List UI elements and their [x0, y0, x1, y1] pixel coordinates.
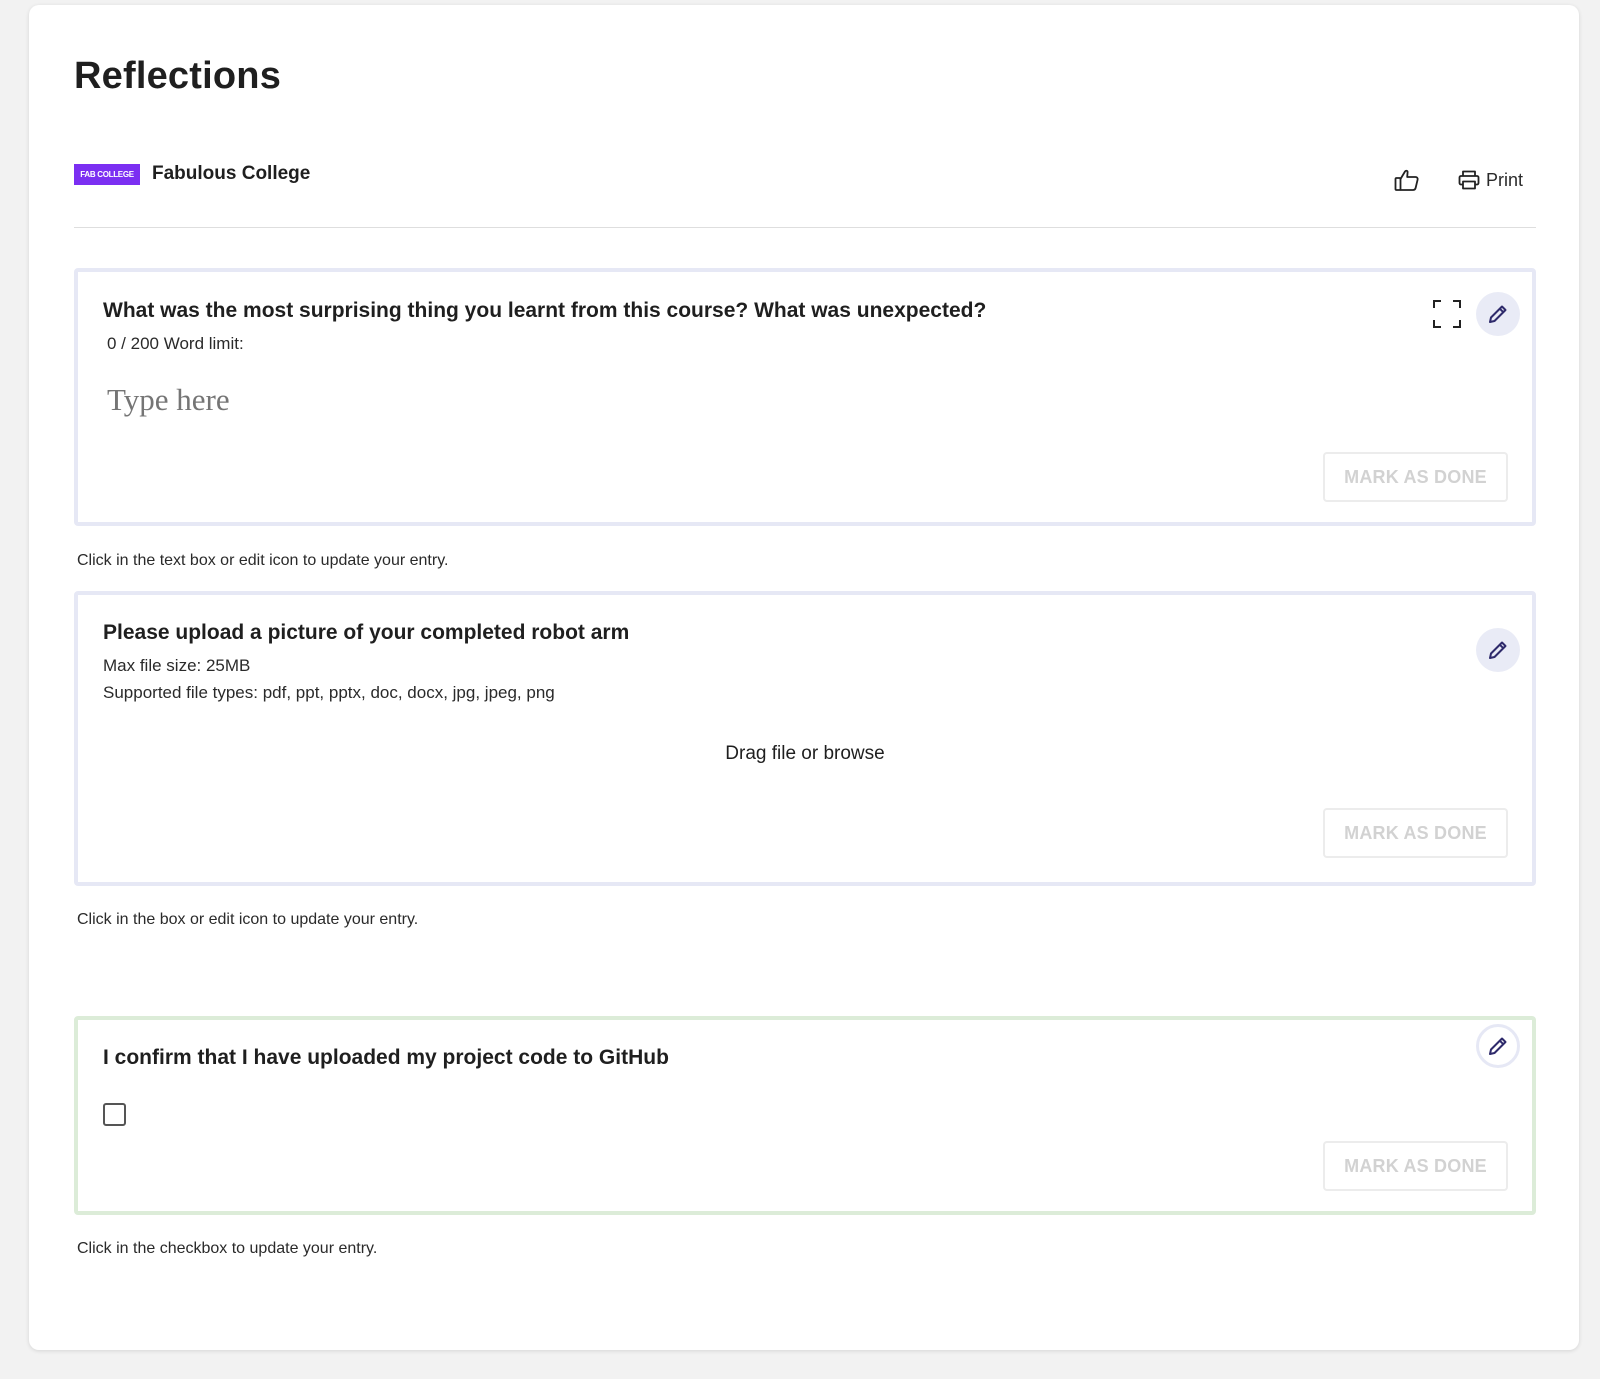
pencil-icon: [1489, 305, 1507, 323]
confirmation-checkbox[interactable]: [103, 1103, 126, 1126]
provider-name: Fabulous College: [152, 163, 311, 184]
mark-as-done-button[interactable]: MARK AS DONE: [1323, 808, 1508, 858]
reflection-text-input[interactable]: [107, 382, 1207, 418]
reflection-checkbox-block: I confirm that I have uploaded my projec…: [74, 1016, 1536, 1215]
provider: FAB COLLEGE Fabulous College: [74, 163, 310, 185]
supported-file-types: Supported file types: pdf, ppt, pptx, do…: [103, 683, 555, 702]
header-actions: Print: [1392, 165, 1523, 195]
word-count: 0 / 200 Word limit:: [107, 334, 244, 353]
thumbs-up-icon: [1394, 169, 1419, 191]
provider-logo: FAB COLLEGE: [74, 163, 140, 185]
reflections-card: Reflections FAB COLLEGE Fabulous College…: [29, 5, 1579, 1350]
edit-button[interactable]: [1476, 292, 1520, 336]
upload-question: Please upload a picture of your complete…: [103, 621, 630, 644]
header-divider: [74, 227, 1536, 228]
confirmation-statement: I confirm that I have uploaded my projec…: [103, 1046, 669, 1069]
reflection-text-block[interactable]: What was the most surprising thing you l…: [74, 268, 1536, 526]
like-button[interactable]: [1392, 165, 1422, 195]
file-drop-zone[interactable]: Drag file or browse: [78, 743, 1532, 765]
edit-button[interactable]: [1476, 1024, 1520, 1068]
max-file-size: Max file size: 25MB: [103, 656, 251, 675]
page-title: Reflections: [74, 55, 282, 97]
printer-icon: [1458, 170, 1480, 190]
entry-hint: Click in the text box or edit icon to up…: [77, 552, 449, 569]
edit-button[interactable]: [1476, 628, 1520, 672]
reflection-upload-block: Please upload a picture of your complete…: [74, 591, 1536, 886]
entry-hint: Click in the box or edit icon to update …: [77, 911, 419, 928]
fullscreen-icon[interactable]: [1432, 299, 1462, 329]
print-button[interactable]: Print: [1458, 170, 1523, 191]
reflection-question: What was the most surprising thing you l…: [103, 299, 987, 322]
pencil-icon: [1489, 1037, 1507, 1055]
mark-as-done-button[interactable]: MARK AS DONE: [1323, 452, 1508, 502]
pencil-icon: [1489, 641, 1507, 659]
mark-as-done-button[interactable]: MARK AS DONE: [1323, 1141, 1508, 1191]
entry-hint: Click in the checkbox to update your ent…: [77, 1240, 378, 1257]
print-label: Print: [1485, 169, 1523, 190]
